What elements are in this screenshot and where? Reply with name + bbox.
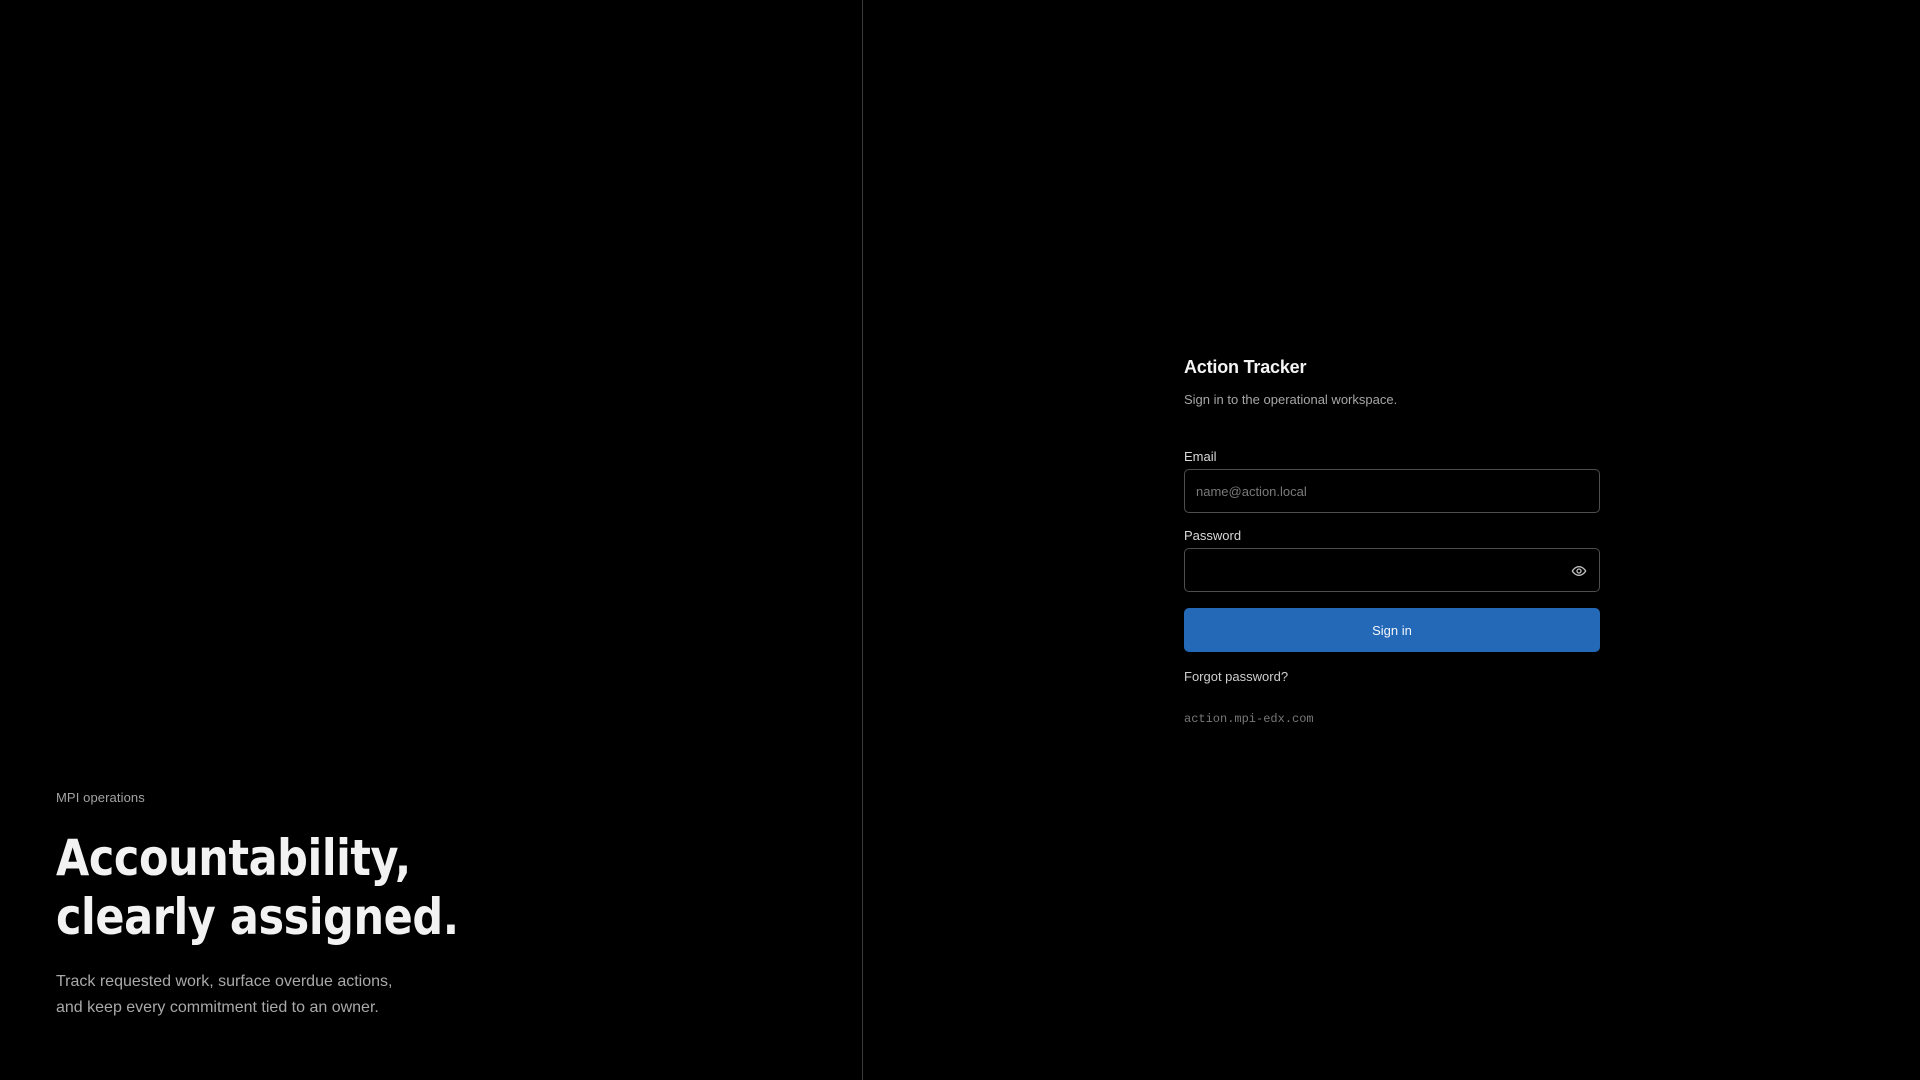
auth-panel: Action Tracker Sign in to the operationa… — [863, 0, 1920, 1080]
workspace-domain: action.mpi-edx.com — [1184, 712, 1314, 726]
signin-subtitle: Sign in to the operational workspace. — [1184, 392, 1398, 407]
signin-button[interactable]: Sign in — [1184, 608, 1600, 652]
password-label: Password — [1184, 528, 1242, 543]
email-input-wrapper — [1184, 469, 1600, 513]
forgot-password-link[interactable]: Forgot password? — [1184, 669, 1288, 684]
email-label: Email — [1184, 449, 1217, 464]
hero-description-line-1: Track requested work, surface overdue ac… — [56, 973, 393, 990]
hero-description: Track requested work, surface overdue ac… — [56, 969, 756, 1021]
hero-eyebrow: MPI operations — [56, 790, 145, 805]
hero-content: MPI operations Accountability, clearly a… — [56, 790, 756, 1021]
show-password-toggle[interactable] — [1567, 559, 1591, 583]
email-field-group: Email — [1184, 449, 1600, 513]
hero-headline-line-2: clearly assigned. — [56, 888, 459, 946]
hero-description-line-2: and keep every commitment tied to an own… — [56, 999, 379, 1016]
hero-headline-line-1: Accountability, — [56, 829, 411, 887]
eye-icon — [1571, 566, 1587, 576]
email-input[interactable] — [1185, 470, 1599, 512]
password-input[interactable] — [1185, 549, 1599, 591]
password-field-group: Password — [1184, 528, 1600, 592]
signin-form: Action Tracker Sign in to the operationa… — [1184, 357, 1600, 726]
app-title: Action Tracker — [1184, 357, 1307, 377]
login-page: MPI operations Accountability, clearly a… — [0, 0, 1920, 1080]
hero-headline: Accountability, clearly assigned. — [56, 829, 658, 947]
hero-panel: MPI operations Accountability, clearly a… — [0, 0, 863, 1080]
password-input-wrapper — [1184, 548, 1600, 592]
